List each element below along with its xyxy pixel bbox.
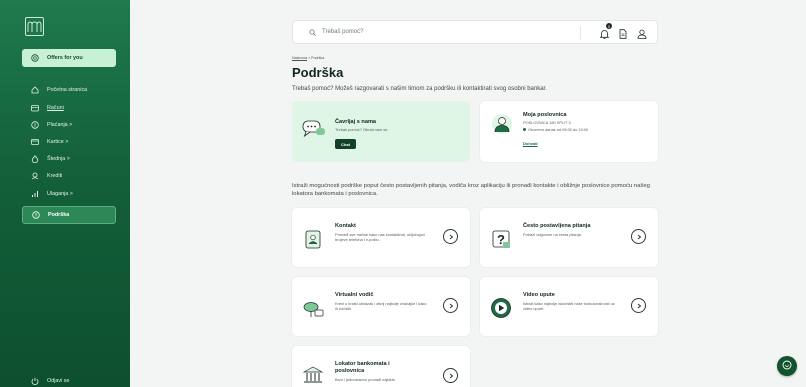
chat-icon: [782, 357, 792, 375]
bank-logo-icon[interactable]: [25, 17, 44, 36]
tile-title: Lokator bankomata i poslovnica: [335, 361, 390, 374]
banker-avatar-icon: [491, 113, 513, 140]
sidebar-item-label: Offers for you: [47, 55, 83, 61]
tile-title: Video upute: [523, 292, 555, 298]
branch-address: POSLOVNICA 180 SPLIT 3: [523, 120, 571, 125]
bell-icon[interactable]: 0: [599, 23, 612, 44]
tile-atm-locator[interactable]: Lokator bankomata i poslovnica Brzo i je…: [292, 346, 470, 387]
breadcrumb-home-link[interactable]: Naslovna: [292, 56, 307, 60]
payments-icon: [31, 121, 39, 129]
breadcrumb-separator: >: [307, 56, 311, 60]
chat-button[interactable]: Chat: [335, 139, 356, 149]
breadcrumb-current: Podrška: [311, 56, 325, 60]
chat-fab-button[interactable]: [777, 356, 797, 376]
sidebar-item-label: Početna stranica: [47, 87, 88, 93]
sidebar-item-savings[interactable]: Štednja >: [22, 150, 116, 168]
tile-text: Pronađi sve načine kako nas kontaktirati…: [335, 232, 425, 243]
chat-card-text: Trebaš pomoć? Obrati nam se.: [335, 127, 389, 132]
search-icon: [309, 23, 316, 41]
tile-text: Brzo i jednostavno pronađi najbližu: [335, 377, 396, 382]
sidebar-item-label: Krediti: [47, 173, 63, 179]
search-bar[interactable]: Trebaš pomoć? 0: [292, 20, 658, 44]
tile-title: Virtualni vodič: [335, 292, 374, 298]
logout-label: Odjavi se: [47, 378, 70, 384]
sidebar-item-label: Računi: [47, 105, 64, 111]
breadcrumb: Naslovna > Podrška: [292, 56, 324, 60]
chevron-right-icon[interactable]: [443, 298, 458, 313]
sidebar-item-payments[interactable]: Plaćanja >: [22, 116, 116, 134]
tile-virtual-guide[interactable]: Virtualni vodič Kreni u kratki obilazak …: [292, 277, 470, 336]
sidebar-item-label: Podrška: [48, 212, 70, 218]
chevron-right-icon[interactable]: [631, 229, 646, 244]
investments-icon: [31, 190, 39, 198]
sidebar-item-label: Štednja >: [47, 156, 70, 162]
open-status-dot: [523, 128, 526, 132]
tile-video-guides[interactable]: Video upute Istraži kako najbolje iskori…: [480, 277, 658, 336]
play-video-icon: [490, 297, 512, 319]
chat-card: Čavrljaj s nama Trebaš pomoć? Obrati nam…: [292, 101, 470, 162]
tile-contact[interactable]: Kontakt Pronađi sve načine kako nas kont…: [292, 208, 470, 267]
sidebar-item-support[interactable]: ? Podrška: [22, 206, 116, 224]
chat-card-title: Čavrljaj s nama: [335, 119, 377, 125]
power-icon: [31, 377, 39, 385]
branch-status: Otvoreno danas od 08:00 do 15:00: [523, 127, 588, 132]
tile-text: Istraži kako najbolje iskoristiti naše f…: [523, 301, 615, 312]
bank-building-icon: [302, 364, 324, 386]
home-icon: [31, 86, 39, 94]
sidebar-item-label: Kartice >: [47, 139, 69, 145]
user-icon[interactable]: [637, 26, 647, 44]
support-icon: ?: [32, 211, 40, 219]
notification-badge: 0: [606, 23, 612, 29]
loan-icon: [31, 172, 39, 180]
offers-icon: [31, 54, 39, 62]
support-intro: Istraži mogućnosti podrške poput često p…: [292, 183, 650, 197]
sidebar-item-cards[interactable]: Kartice >: [22, 133, 116, 151]
tile-faq[interactable]: ? Često postavljena pitanja Potraži odgo…: [480, 208, 658, 267]
tile-title: Kontakt: [335, 223, 356, 229]
contact-book-icon: [302, 228, 324, 250]
virtual-guide-icon: [302, 297, 324, 319]
wallet-icon: [31, 104, 39, 112]
search-input[interactable]: Trebaš pomoć?: [322, 29, 363, 35]
branch-card: Moja poslovnica POSLOVNICA 180 SPLIT 3 O…: [480, 101, 658, 162]
page-subtitle: Trebaš pomoć? Možeš razgovarati s našim …: [292, 86, 547, 92]
tile-text: Kreni u kratki obilazak i otkrij najbolj…: [335, 301, 427, 312]
savings-icon: [31, 155, 39, 163]
chevron-right-icon[interactable]: [443, 229, 458, 244]
sidebar: Offers for you Početna stranica Računi P…: [0, 0, 130, 387]
logout-button[interactable]: Odjavi se: [22, 372, 116, 387]
question-mark-icon: ?: [490, 228, 512, 250]
chevron-right-icon[interactable]: [443, 368, 458, 383]
top-icons: 0: [599, 23, 647, 44]
card-icon: [31, 138, 39, 146]
branch-link[interactable]: Dohvati: [523, 141, 538, 146]
svg-text:?: ?: [35, 213, 38, 218]
sidebar-item-label: Ulaganja >: [47, 191, 73, 197]
branch-card-title: Moja poslovnica: [523, 112, 567, 118]
branch-status-text: Otvoreno danas od 08:00 do 15:00: [528, 127, 589, 132]
sidebar-item-offers[interactable]: Offers for you: [22, 49, 116, 67]
sidebar-item-investments[interactable]: Ulaganja >: [22, 185, 116, 203]
tile-text: Potraži odgovore na česta pitanja.: [523, 232, 582, 237]
sidebar-item-label: Plaćanja >: [47, 122, 73, 128]
chevron-right-icon[interactable]: [631, 298, 646, 313]
page-title: Podrška: [292, 65, 344, 80]
search-divider: [580, 26, 581, 40]
sidebar-item-loans[interactable]: Krediti: [22, 167, 116, 185]
sidebar-item-home[interactable]: Početna stranica: [22, 81, 116, 99]
tile-title: Često postavljena pitanja: [523, 223, 591, 229]
sidebar-item-accounts[interactable]: Računi: [22, 99, 116, 117]
chat-bubble-icon: [302, 119, 326, 144]
document-icon[interactable]: [619, 26, 627, 44]
